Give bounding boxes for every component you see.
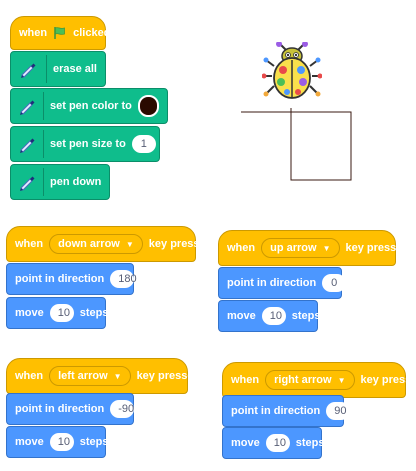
point-in-direction-block[interactable]: point in direction -90 bbox=[6, 393, 135, 425]
steps-input[interactable]: 10 bbox=[49, 433, 74, 451]
point-in-direction-block[interactable]: point in direction 180 bbox=[6, 263, 137, 295]
chevron-down-icon: ▼ bbox=[322, 243, 331, 253]
chevron-down-icon: ▼ bbox=[125, 239, 134, 249]
when-label: when bbox=[227, 242, 256, 254]
steps-input[interactable]: 10 bbox=[49, 304, 74, 322]
key-pressed-label: key pressed bbox=[136, 370, 201, 382]
when-key-pressed-block[interactable]: when right arrow ▼ key pressed bbox=[222, 362, 416, 398]
when-key-pressed-block[interactable]: when down arrow ▼ key pressed bbox=[6, 226, 212, 262]
move-label: move bbox=[227, 310, 256, 322]
key-dropdown-value: up arrow bbox=[270, 242, 317, 254]
steps-label: steps bbox=[291, 310, 321, 322]
direction-input[interactable]: 90 bbox=[326, 402, 351, 420]
when-key-pressed-block[interactable]: when left arrow ▼ key pressed bbox=[6, 358, 200, 394]
direction-input[interactable]: -90 bbox=[110, 400, 135, 418]
direction-input[interactable]: 0 bbox=[322, 274, 347, 292]
key-dropdown[interactable]: up arrow ▼ bbox=[261, 238, 340, 258]
chevron-down-icon: ▼ bbox=[337, 375, 346, 385]
key-dropdown[interactable]: left arrow ▼ bbox=[49, 366, 131, 386]
key-dropdown[interactable]: right arrow ▼ bbox=[265, 370, 355, 390]
steps-input[interactable]: 10 bbox=[261, 307, 286, 325]
steps-label: steps bbox=[79, 436, 109, 448]
key-dropdown-value: right arrow bbox=[274, 374, 332, 386]
point-in-direction-label: point in direction bbox=[227, 277, 317, 289]
point-in-direction-label: point in direction bbox=[15, 403, 105, 415]
when-key-pressed-block[interactable]: when up arrow ▼ key pressed bbox=[218, 230, 409, 266]
key-pressed-label: key pressed bbox=[345, 242, 410, 254]
move-steps-block[interactable]: move 10 steps bbox=[222, 427, 325, 459]
move-steps-block[interactable]: move 10 steps bbox=[6, 297, 109, 329]
point-in-direction-label: point in direction bbox=[15, 273, 105, 285]
steps-input[interactable]: 10 bbox=[265, 434, 290, 452]
direction-input[interactable]: 180 bbox=[110, 270, 137, 288]
ladybug-sprite[interactable] bbox=[261, 41, 323, 102]
move-label: move bbox=[15, 307, 44, 319]
key-pressed-label: key pressed bbox=[360, 374, 416, 386]
key-dropdown-value: left arrow bbox=[58, 370, 108, 382]
move-steps-block[interactable]: move 10 steps bbox=[6, 426, 109, 458]
when-label: when bbox=[15, 370, 44, 382]
steps-label: steps bbox=[79, 307, 109, 319]
point-in-direction-block[interactable]: point in direction 90 bbox=[222, 395, 351, 427]
key-dropdown-value: down arrow bbox=[58, 238, 120, 250]
move-steps-block[interactable]: move 10 steps bbox=[218, 300, 321, 332]
point-in-direction-label: point in direction bbox=[231, 405, 321, 417]
steps-label: steps bbox=[295, 437, 325, 449]
chevron-down-icon: ▼ bbox=[113, 371, 122, 381]
move-label: move bbox=[15, 436, 44, 448]
key-dropdown[interactable]: down arrow ▼ bbox=[49, 234, 143, 254]
key-pressed-label: key pressed bbox=[148, 238, 213, 250]
when-label: when bbox=[231, 374, 260, 386]
move-label: move bbox=[231, 437, 260, 449]
when-label: when bbox=[15, 238, 44, 250]
point-in-direction-block[interactable]: point in direction 0 bbox=[218, 267, 347, 299]
